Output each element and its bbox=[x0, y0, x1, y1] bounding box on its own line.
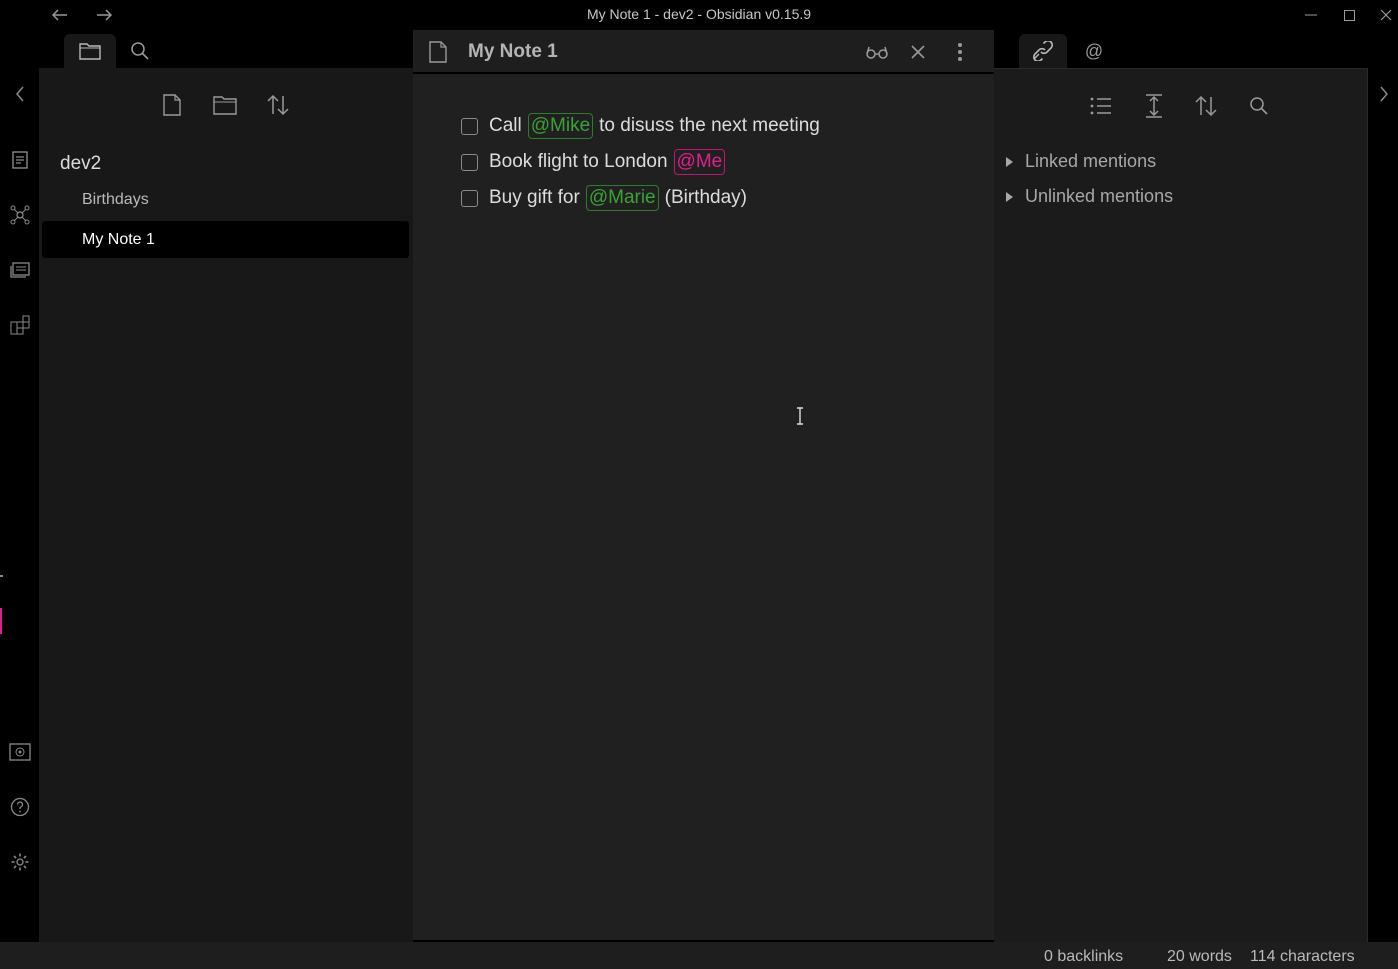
mention-tag[interactable]: @Mike bbox=[527, 113, 594, 139]
right-ribbon bbox=[1368, 30, 1398, 942]
show-more-context-icon[interactable] bbox=[1139, 91, 1169, 121]
new-folder-icon[interactable] bbox=[210, 90, 240, 120]
quick-switcher-icon[interactable] bbox=[8, 148, 32, 172]
note-title[interactable]: My Note 1 bbox=[468, 41, 558, 63]
folder-icon bbox=[79, 43, 101, 60]
collapse-results-icon[interactable] bbox=[1086, 91, 1116, 121]
mention-tag[interactable]: @Marie bbox=[585, 185, 659, 211]
tab-backlinks[interactable] bbox=[1019, 34, 1067, 68]
minimize-icon[interactable] bbox=[1300, 5, 1322, 25]
task-text: Buy gift for bbox=[489, 187, 580, 208]
graph-view-icon[interactable] bbox=[8, 203, 32, 227]
vault-switcher-icon[interactable] bbox=[8, 740, 32, 764]
file-explorer-panel: dev2 Birthdays My Note 1 bbox=[39, 68, 413, 942]
editor-area[interactable]: Call @Mike to disuss the next meeting Bo… bbox=[413, 74, 994, 940]
close-window-icon[interactable] bbox=[1375, 5, 1397, 25]
file-item-my-note-1[interactable]: My Note 1 bbox=[42, 221, 409, 258]
vault-name: dev2 bbox=[60, 153, 102, 174]
text-cursor-icon bbox=[795, 407, 805, 425]
search-icon bbox=[131, 42, 149, 60]
new-note-icon[interactable] bbox=[157, 90, 187, 120]
task-checkbox[interactable] bbox=[461, 117, 478, 135]
unlinked-mentions-label: Unlinked mentions bbox=[1025, 186, 1174, 206]
status-bar: 0 backlinks 20 words 114 characters bbox=[0, 942, 1398, 969]
task-item: Buy gift for @Marie (Birthday) bbox=[461, 183, 747, 213]
right-sidebar-tab-bar: @ bbox=[994, 30, 1398, 68]
kanban-icon[interactable] bbox=[8, 313, 32, 337]
left-sidebar-tab-bar bbox=[39, 30, 413, 68]
task-text: Call bbox=[489, 115, 522, 136]
task-text: (Birthday) bbox=[664, 187, 747, 208]
window-title: My Note 1 - dev2 - Obsidian v0.15.9 bbox=[586, 6, 812, 22]
tab-mentions[interactable]: @ bbox=[1074, 34, 1114, 68]
ribbon bbox=[0, 30, 39, 942]
sort-order-icon[interactable] bbox=[1191, 91, 1221, 121]
task-text: Book flight to London bbox=[489, 151, 668, 172]
word-count: 20 words bbox=[1167, 948, 1232, 965]
sort-order-icon[interactable] bbox=[263, 90, 293, 120]
title-bar: My Note 1 - dev2 - Obsidian v0.15.9 bbox=[0, 0, 1398, 30]
file-item-birthdays[interactable]: Birthdays bbox=[42, 181, 409, 218]
tab-file-explorer[interactable] bbox=[64, 34, 116, 68]
reading-view-icon[interactable] bbox=[864, 40, 890, 64]
ribbon-accent-indicator bbox=[0, 608, 2, 634]
search-filter-icon[interactable] bbox=[1244, 91, 1274, 121]
more-options-icon[interactable] bbox=[947, 40, 973, 64]
task-item: Call @Mike to disuss the next meeting bbox=[461, 111, 820, 141]
backlinks-count[interactable]: 0 backlinks bbox=[1044, 948, 1123, 966]
note-file-icon bbox=[425, 40, 451, 64]
slides-icon[interactable] bbox=[8, 258, 32, 282]
backlinks-panel: Linked mentions Unlinked mentions bbox=[994, 68, 1368, 942]
unlinked-mentions-group[interactable]: Unlinked mentions bbox=[1006, 186, 1173, 207]
settings-gear-icon[interactable] bbox=[8, 850, 32, 874]
character-count: 114 characters bbox=[1250, 948, 1355, 965]
task-text: to disuss the next meeting bbox=[599, 115, 820, 136]
task-item: Book flight to London @Me bbox=[461, 147, 731, 177]
ribbon-marker bbox=[0, 575, 3, 577]
maximize-icon[interactable] bbox=[1338, 5, 1360, 25]
task-checkbox[interactable] bbox=[461, 189, 478, 207]
linked-mentions-group[interactable]: Linked mentions bbox=[1006, 151, 1156, 172]
linked-mentions-label: Linked mentions bbox=[1025, 151, 1157, 171]
editor-tab-header: My Note 1 bbox=[413, 30, 994, 74]
backlinks-icon bbox=[1032, 41, 1054, 61]
collapse-left-sidebar-icon[interactable] bbox=[8, 82, 32, 106]
expand-triangle-icon bbox=[1006, 191, 1013, 202]
help-icon[interactable] bbox=[8, 795, 32, 819]
expand-triangle-icon bbox=[1006, 156, 1013, 167]
close-note-icon[interactable] bbox=[905, 40, 931, 64]
mention-tag[interactable]: @Me bbox=[673, 149, 726, 175]
task-checkbox[interactable] bbox=[461, 153, 478, 171]
collapse-right-sidebar-icon[interactable] bbox=[1376, 82, 1392, 106]
tab-search[interactable] bbox=[118, 34, 162, 68]
